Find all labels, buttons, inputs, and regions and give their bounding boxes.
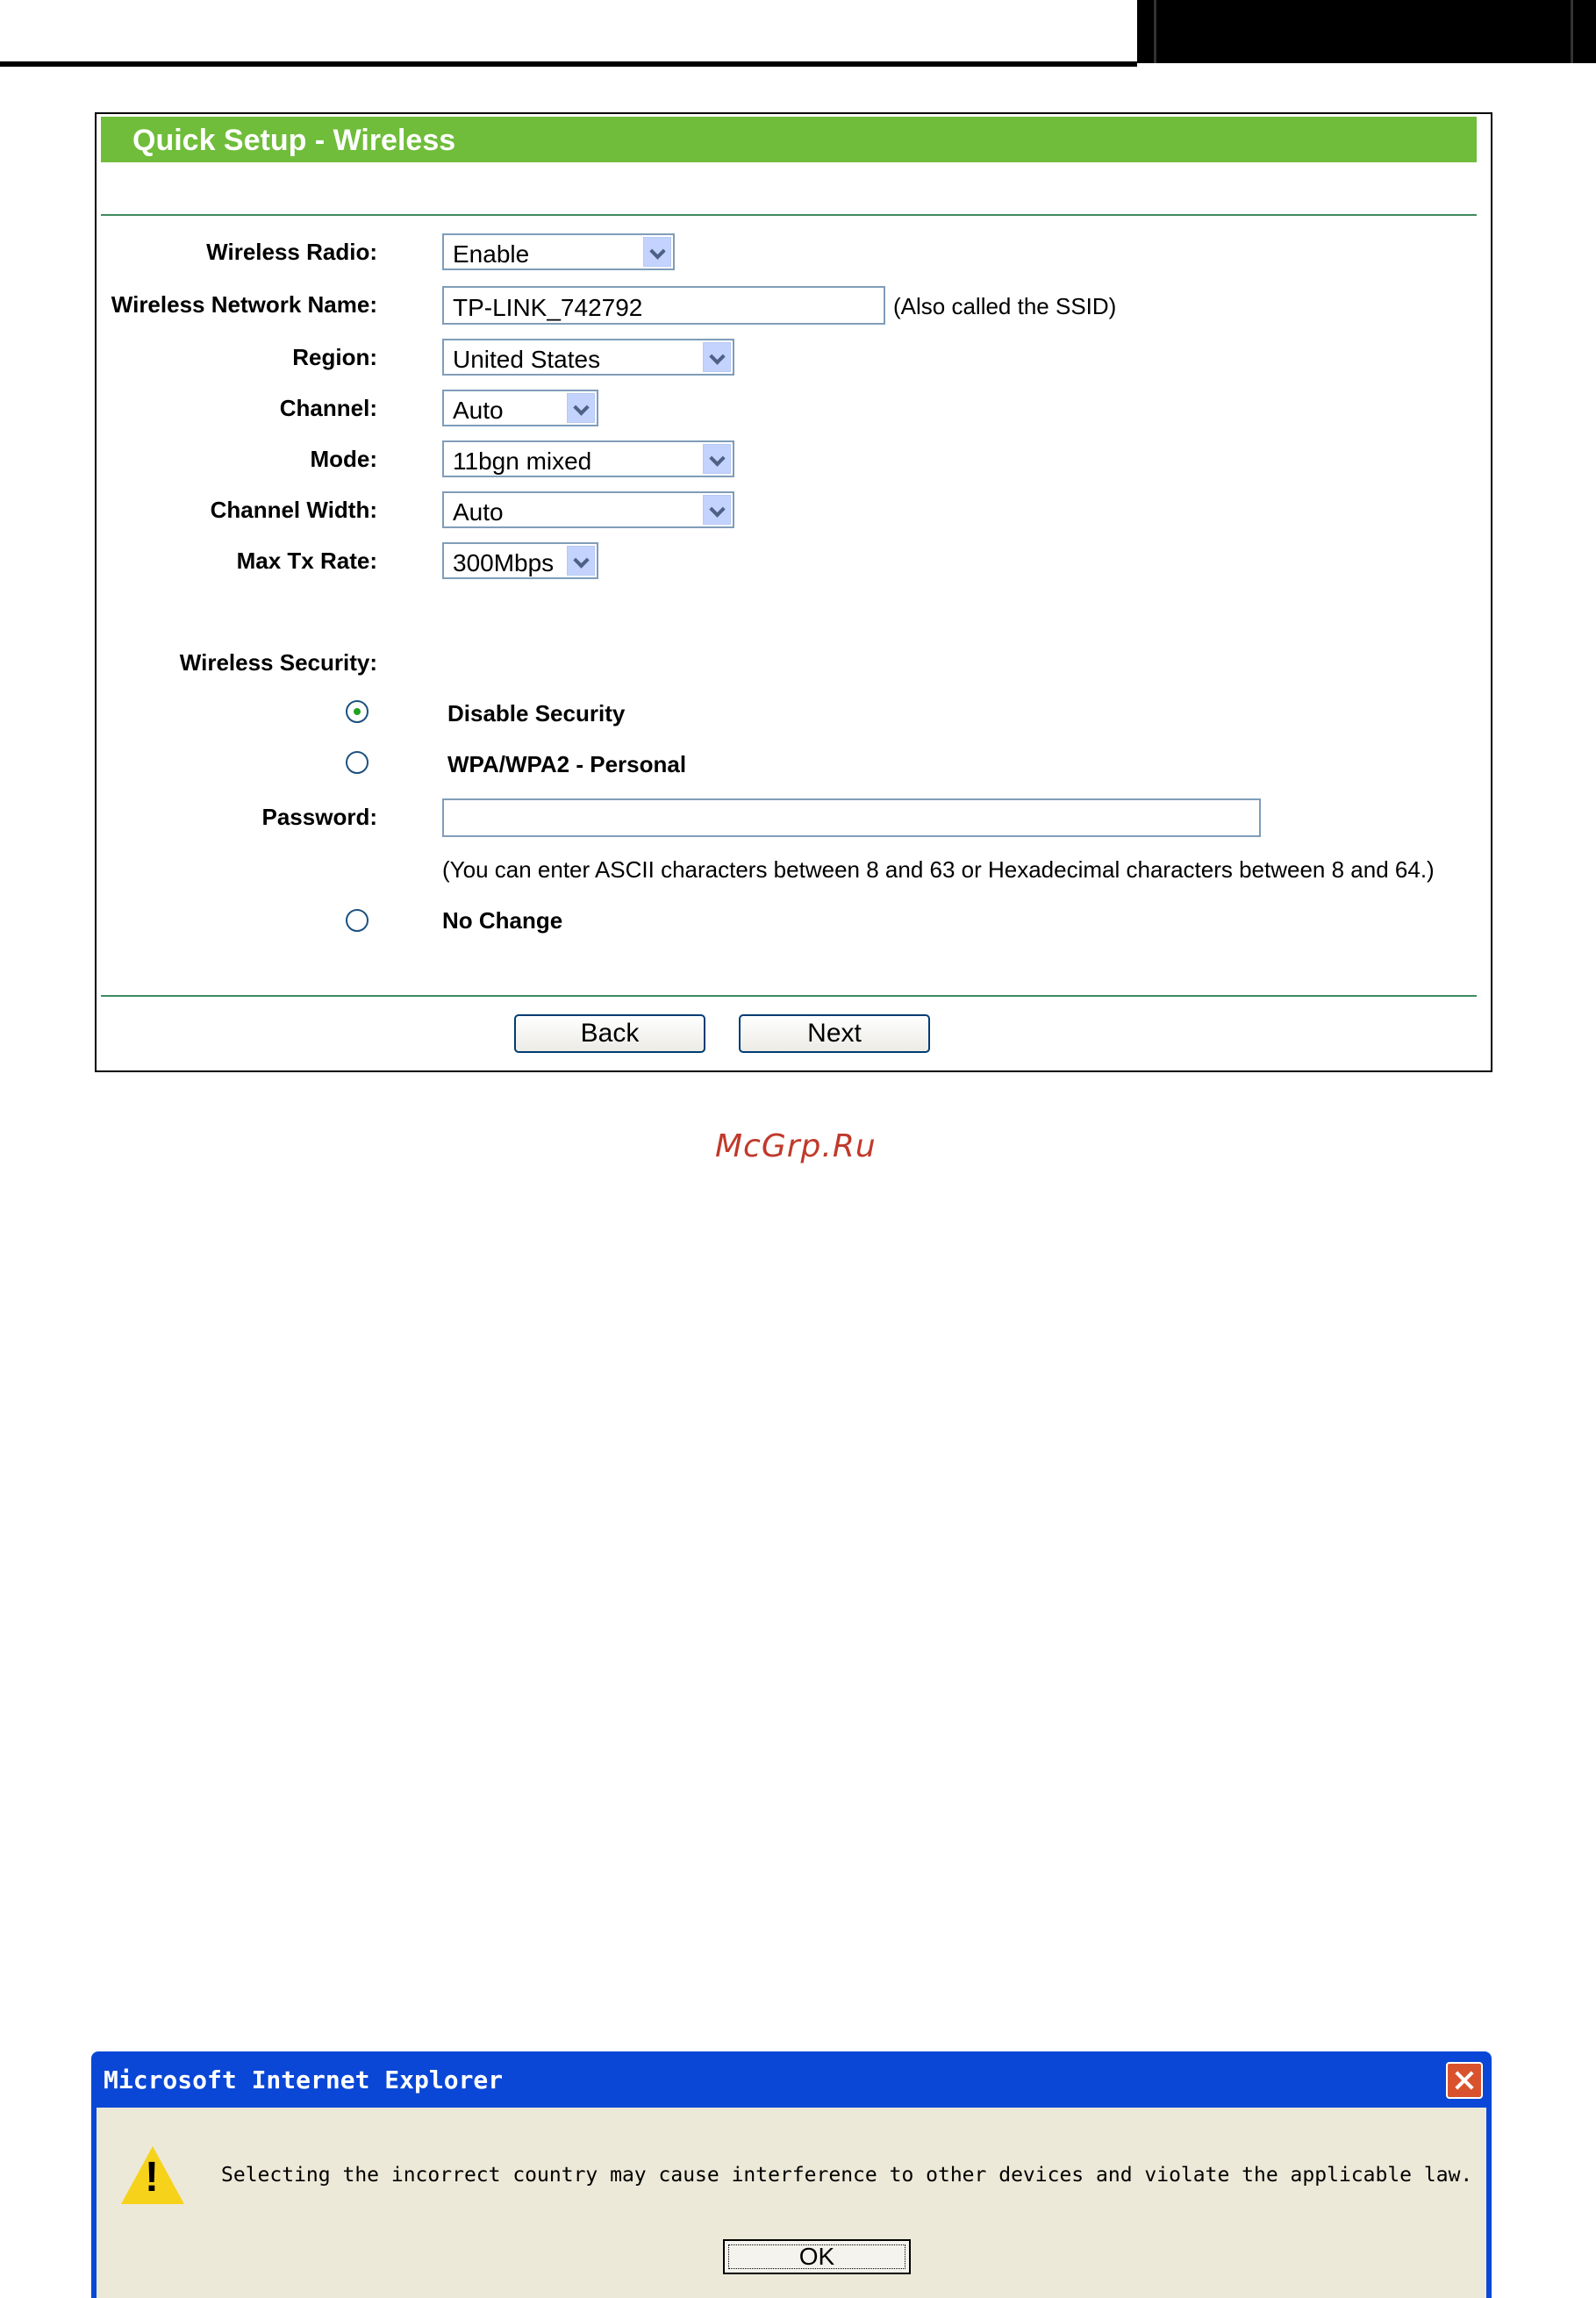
max-tx-rate-label: Max Tx Rate: (236, 548, 377, 574)
network-name-value: TP-LINK_742792 (453, 294, 643, 321)
ok-button[interactable]: OK (723, 2239, 911, 2274)
chevron-down-icon[interactable] (703, 495, 731, 525)
next-button[interactable]: Next (739, 1014, 930, 1053)
no-change-label: No Change (442, 907, 563, 934)
mode-value: 11bgn mixed (453, 447, 592, 475)
header-rule (0, 61, 1137, 67)
wpa-personal-label: WPA/WPA2 - Personal (447, 751, 687, 777)
chevron-down-icon[interactable] (703, 444, 731, 474)
channel-width-value: Auto (453, 498, 504, 526)
dialog-body: Selecting the incorrect country may caus… (97, 2108, 1486, 2298)
region-label: Region: (292, 344, 377, 370)
disable-security-label: Disable Security (447, 700, 626, 727)
chevron-down-icon[interactable] (703, 342, 731, 372)
channel-width-label: Channel Width: (210, 497, 377, 523)
max-tx-rate-value: 300Mbps (453, 549, 555, 576)
dialog-message: Selecting the incorrect country may caus… (221, 2164, 1473, 2187)
close-icon[interactable] (1446, 2062, 1483, 2099)
bottom-divider (101, 995, 1477, 997)
password-label: Password: (261, 804, 378, 830)
channel-select[interactable]: Auto (442, 390, 598, 426)
focus-ring (728, 2244, 905, 2269)
ssid-note: (Also called the SSID) (893, 293, 1117, 319)
watermark-text: McGrp.Ru (715, 1128, 877, 1164)
header-block-divider (1154, 0, 1156, 63)
top-divider (101, 214, 1477, 216)
region-value: United States (453, 346, 601, 373)
header-block-divider (1571, 0, 1573, 63)
chevron-down-icon[interactable] (567, 393, 595, 423)
mode-label: Mode: (310, 446, 377, 472)
page-title: Quick Setup - Wireless (132, 124, 456, 157)
password-note: (You can enter ASCII characters between … (442, 856, 1435, 883)
region-select[interactable]: United States (442, 339, 734, 376)
password-input[interactable] (442, 798, 1261, 837)
network-name-input[interactable]: TP-LINK_742792 (442, 286, 885, 325)
channel-value: Auto (453, 397, 504, 424)
header-block (1137, 0, 1596, 63)
max-tx-rate-select[interactable]: 300Mbps (442, 542, 598, 579)
alert-dialog: Microsoft Internet Explorer Selecting th… (91, 2051, 1492, 2298)
quick-setup-panel: Quick Setup - Wireless Wireless Radio: E… (95, 112, 1492, 1072)
network-name-label: Wireless Network Name: (111, 291, 377, 318)
warning-icon (121, 2146, 184, 2204)
disable-security-radio[interactable] (346, 700, 369, 723)
dialog-title: Microsoft Internet Explorer (104, 2065, 504, 2094)
wireless-security-label: Wireless Security: (179, 649, 377, 676)
wireless-radio-value: Enable (453, 240, 530, 268)
back-button[interactable]: Back (514, 1014, 705, 1053)
channel-width-select[interactable]: Auto (442, 491, 734, 528)
wireless-radio-label: Wireless Radio: (206, 239, 377, 265)
channel-label: Channel: (279, 395, 377, 421)
no-change-radio[interactable] (346, 909, 369, 932)
chevron-down-icon[interactable] (567, 546, 595, 576)
wireless-radio-select[interactable]: Enable (442, 233, 675, 270)
chevron-down-icon[interactable] (643, 237, 671, 267)
mode-select[interactable]: 11bgn mixed (442, 440, 734, 477)
wpa-personal-radio[interactable] (346, 751, 369, 774)
panel-header: Quick Setup - Wireless (101, 117, 1477, 162)
